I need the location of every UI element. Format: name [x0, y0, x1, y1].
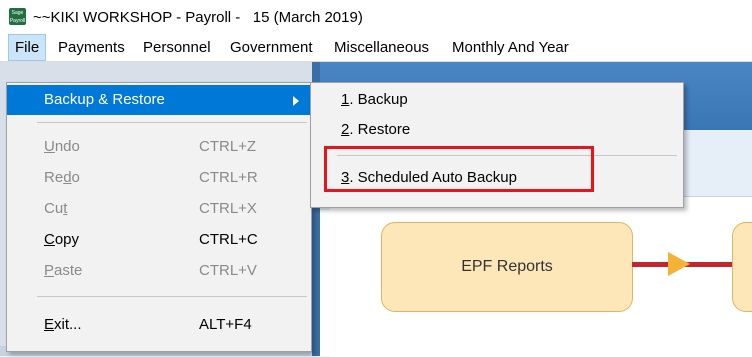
paste-label: Paste — [44, 262, 83, 279]
backup-restore-submenu: 1. Backup 2. Restore 3. Scheduled Auto B… — [310, 82, 684, 208]
menu-item-copy[interactable]: Copy CTRL+C — [7, 225, 311, 255]
next-workflow-step-button[interactable] — [732, 222, 752, 312]
epf-reports-button[interactable]: EPF Reports — [381, 222, 633, 312]
redo-label: Redo — [44, 169, 80, 186]
cut-shortcut: CTRL+X — [199, 200, 257, 217]
submenu-arrow-icon — [293, 96, 299, 106]
undo-shortcut: CTRL+Z — [199, 138, 257, 155]
menu-item-paste[interactable]: Paste CTRL+V — [7, 256, 311, 286]
sage-payroll-app-icon[interactable]: Sage Payroll — [9, 8, 26, 25]
menu-monthly-and-year[interactable]: Monthly And Year — [446, 34, 575, 61]
window-title: ~~KIKI WORKSHOP - Payroll - 15 (March 20… — [33, 9, 363, 26]
menu-separator — [37, 296, 307, 297]
menu-personnel[interactable]: Personnel — [137, 34, 217, 61]
workflow-arrow-icon — [668, 252, 690, 276]
title-bar: Sage Payroll ~~KIKI WORKSHOP - Payroll -… — [0, 0, 752, 34]
app-icon-text-bottom: Payroll — [9, 18, 26, 24]
menu-miscellaneous[interactable]: Miscellaneous — [328, 34, 435, 61]
submenu-item-backup[interactable]: 1. Backup — [341, 85, 408, 115]
undo-label: Undo — [44, 138, 80, 155]
copy-label: Copy — [44, 231, 80, 248]
menu-separator — [37, 122, 307, 123]
exit-shortcut: ALT+F4 — [199, 316, 252, 333]
file-menu-dropdown: Backup & Restore Undo CTRL+Z Redo CTRL+R… — [6, 82, 312, 352]
epf-reports-label: EPF Reports — [461, 258, 553, 275]
backup-restore-label: Backup & Restore — [44, 91, 165, 108]
copy-shortcut: CTRL+C — [199, 231, 258, 248]
menu-bar: File Payments Personnel Government Misce… — [0, 34, 752, 62]
menu-item-exit[interactable]: Exit... ALT+F4 — [7, 310, 311, 340]
menu-payments[interactable]: Payments — [52, 34, 131, 61]
redo-shortcut: CTRL+R — [199, 169, 258, 186]
menu-government[interactable]: Government — [224, 34, 319, 61]
submenu-item-restore[interactable]: 2. Restore — [341, 115, 410, 145]
menu-item-undo[interactable]: Undo CTRL+Z — [7, 132, 311, 162]
menu-item-cut[interactable]: Cut CTRL+X — [7, 194, 311, 224]
cut-label: Cut — [44, 200, 68, 217]
menu-file[interactable]: File — [8, 34, 47, 61]
menu-item-redo[interactable]: Redo CTRL+R — [7, 163, 311, 193]
paste-shortcut: CTRL+V — [199, 262, 257, 279]
exit-label: Exit... — [44, 316, 82, 333]
red-annotation-box — [324, 146, 594, 192]
app-icon-text-top: Sage — [11, 10, 24, 16]
menu-item-backup-restore[interactable]: Backup & Restore — [7, 85, 311, 115]
